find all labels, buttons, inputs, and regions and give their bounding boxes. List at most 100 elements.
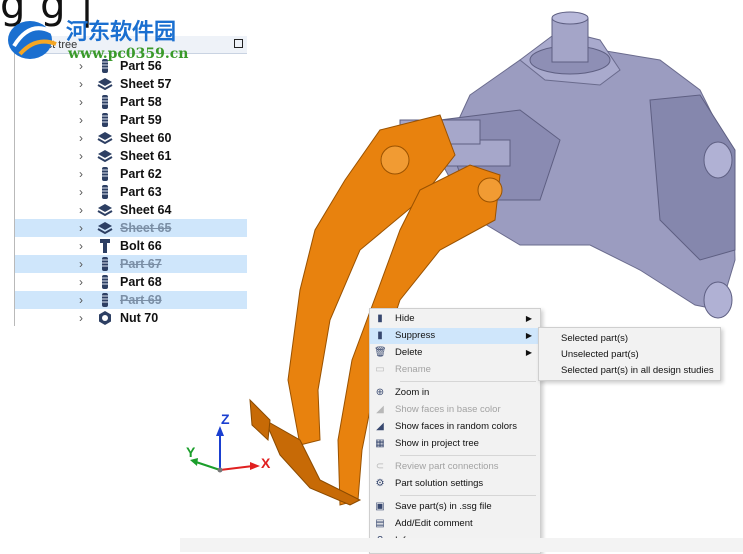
menu-item-label: Review part connections bbox=[395, 461, 499, 472]
menu-item-label: Delete bbox=[395, 347, 423, 358]
menu-item-label: Rename bbox=[395, 364, 431, 375]
watermark-logo: 河东软件园 www.pc0359.cn bbox=[6, 12, 216, 72]
tree-item[interactable]: › Sheet 64 bbox=[15, 201, 247, 219]
menu-item: ▭ Rename bbox=[370, 362, 540, 378]
watermark-url: www.pc0359.cn bbox=[68, 46, 189, 62]
axis-y-label: Y bbox=[186, 444, 196, 460]
chevron-right-icon[interactable]: › bbox=[79, 147, 83, 165]
menu-item[interactable]: ▤ Add/Edit comment bbox=[370, 516, 540, 532]
tree-item-label: Part 63 bbox=[120, 185, 162, 199]
tree-item-label: Bolt 66 bbox=[120, 239, 162, 253]
submenu-arrow-icon: ▶ bbox=[525, 331, 532, 340]
random-colors-icon: ◢ bbox=[376, 421, 384, 432]
tree-item[interactable]: › Bolt 66 bbox=[15, 237, 247, 255]
sheet-icon bbox=[97, 203, 113, 217]
watermark-title: 河东软件园 bbox=[66, 20, 177, 45]
tree-item[interactable]: › Part 67 bbox=[15, 255, 247, 273]
nut-icon bbox=[97, 311, 113, 325]
chevron-right-icon[interactable]: › bbox=[79, 165, 83, 183]
menu-item: ⊂ Review part connections bbox=[370, 459, 540, 475]
submenu-item[interactable]: Selected part(s) in all design studies bbox=[539, 363, 720, 379]
tree-item[interactable]: › Part 69 bbox=[15, 291, 247, 309]
tree-item[interactable]: › Sheet 65 bbox=[15, 219, 247, 237]
tree-item[interactable]: › Part 59 bbox=[15, 111, 247, 129]
tree-item[interactable]: › Part 63 bbox=[15, 183, 247, 201]
chevron-right-icon[interactable]: › bbox=[79, 219, 83, 237]
tree-item-label: Part 69 bbox=[120, 293, 162, 307]
trash-icon: 🗑 bbox=[374, 347, 387, 358]
menu-item[interactable]: ▮ Suppress ▶ bbox=[370, 328, 540, 344]
menu-item[interactable]: ⊕ Zoom in bbox=[370, 385, 540, 401]
pin-icon[interactable] bbox=[234, 39, 243, 48]
chevron-right-icon[interactable]: › bbox=[79, 309, 83, 327]
menu-item-label: Part solution settings bbox=[395, 478, 484, 489]
menu-item-label: Show faces in base color bbox=[395, 404, 501, 415]
submenu-item-label: Unselected part(s) bbox=[561, 349, 639, 360]
chevron-right-icon[interactable]: › bbox=[79, 291, 83, 309]
zoom-in-icon: ⊕ bbox=[375, 387, 385, 398]
submenu-item[interactable]: Selected part(s) bbox=[539, 331, 720, 347]
tree-item[interactable]: › Sheet 60 bbox=[15, 129, 247, 147]
tree-icon: ▦ bbox=[375, 438, 385, 449]
tree-item-label: Nut 70 bbox=[120, 311, 159, 325]
comment-icon: ▤ bbox=[375, 518, 385, 529]
part-icon bbox=[97, 113, 113, 127]
tree-item-label: Sheet 64 bbox=[120, 203, 172, 217]
suppress-submenu: Selected part(s) Unselected part(s) Select… bbox=[538, 327, 721, 381]
suppress-icon: ▮ bbox=[377, 330, 383, 341]
watermark-logo-icon bbox=[8, 21, 57, 59]
menu-item-label: Save part(s) in .ssg file bbox=[395, 501, 492, 512]
chevron-right-icon[interactable]: › bbox=[79, 237, 83, 255]
tree-item[interactable]: › Nut 70 bbox=[15, 309, 247, 327]
tree-item[interactable]: › Part 62 bbox=[15, 165, 247, 183]
chevron-right-icon[interactable]: › bbox=[79, 201, 83, 219]
tree-item[interactable]: › Sheet 57 bbox=[15, 75, 247, 93]
menu-item[interactable]: ▦ Show in project tree bbox=[370, 436, 540, 452]
status-bar bbox=[180, 538, 743, 552]
submenu-arrow-icon: ▶ bbox=[525, 348, 532, 357]
submenu-arrow-icon: ▶ bbox=[525, 314, 532, 323]
menu-item[interactable]: ▣ Save part(s) in .ssg file bbox=[370, 499, 540, 515]
tree-item-label: Sheet 61 bbox=[120, 149, 172, 163]
chevron-right-icon[interactable]: › bbox=[79, 75, 83, 93]
menu-item[interactable]: ◢ Show faces in random colors bbox=[370, 419, 540, 435]
context-menu: ▮ Hide ▶ ▮ Suppress ▶ 🗑 Delete ▶ ▭ Rename ⊕ Zoom in ◢… bbox=[369, 308, 541, 554]
part-icon bbox=[97, 275, 113, 289]
rename-icon: ▭ bbox=[375, 364, 385, 375]
part-icon bbox=[97, 95, 113, 109]
gear-icon: ⚙ bbox=[375, 478, 385, 489]
sheet-icon bbox=[97, 221, 113, 235]
tree-item-label: Sheet 65 bbox=[120, 221, 172, 235]
tree-item[interactable]: › Part 68 bbox=[15, 273, 247, 291]
submenu-item-label: Selected part(s) bbox=[561, 333, 629, 344]
sheet-icon bbox=[97, 149, 113, 163]
sheet-icon bbox=[97, 77, 113, 91]
menu-item-label: Suppress bbox=[395, 330, 436, 341]
menu-item-label: Zoom in bbox=[395, 387, 430, 398]
submenu-item[interactable]: Unselected part(s) bbox=[539, 347, 720, 363]
menu-item[interactable]: 🗑 Delete ▶ bbox=[370, 345, 540, 361]
tree-item-label: Sheet 57 bbox=[120, 77, 172, 91]
connections-icon: ⊂ bbox=[375, 461, 385, 472]
menu-item-label: Show in project tree bbox=[395, 438, 479, 449]
menu-item[interactable]: ▮ Hide ▶ bbox=[370, 311, 540, 327]
menu-item[interactable]: ⚙ Part solution settings bbox=[370, 476, 540, 492]
axis-z-label: Z bbox=[221, 411, 230, 427]
tree-item[interactable]: › Sheet 61 bbox=[15, 147, 247, 165]
submenu-item-label: Selected part(s) in all design studies bbox=[561, 365, 714, 376]
base-color-icon: ◢ bbox=[376, 404, 384, 415]
chevron-right-icon[interactable]: › bbox=[79, 273, 83, 291]
chevron-right-icon[interactable]: › bbox=[79, 93, 83, 111]
chevron-right-icon[interactable]: › bbox=[79, 255, 83, 273]
chevron-right-icon[interactable]: › bbox=[79, 129, 83, 147]
sheet-icon bbox=[97, 131, 113, 145]
tree-item[interactable]: › Part 58 bbox=[15, 93, 247, 111]
axis-x-label: X bbox=[261, 455, 271, 471]
part-icon bbox=[97, 293, 113, 307]
menu-separator bbox=[400, 381, 536, 382]
menu-item-label: Add/Edit comment bbox=[395, 518, 473, 529]
chevron-right-icon[interactable]: › bbox=[79, 111, 83, 129]
part-icon bbox=[97, 257, 113, 271]
chevron-right-icon[interactable]: › bbox=[79, 183, 83, 201]
hide-icon: ▮ bbox=[377, 313, 383, 324]
